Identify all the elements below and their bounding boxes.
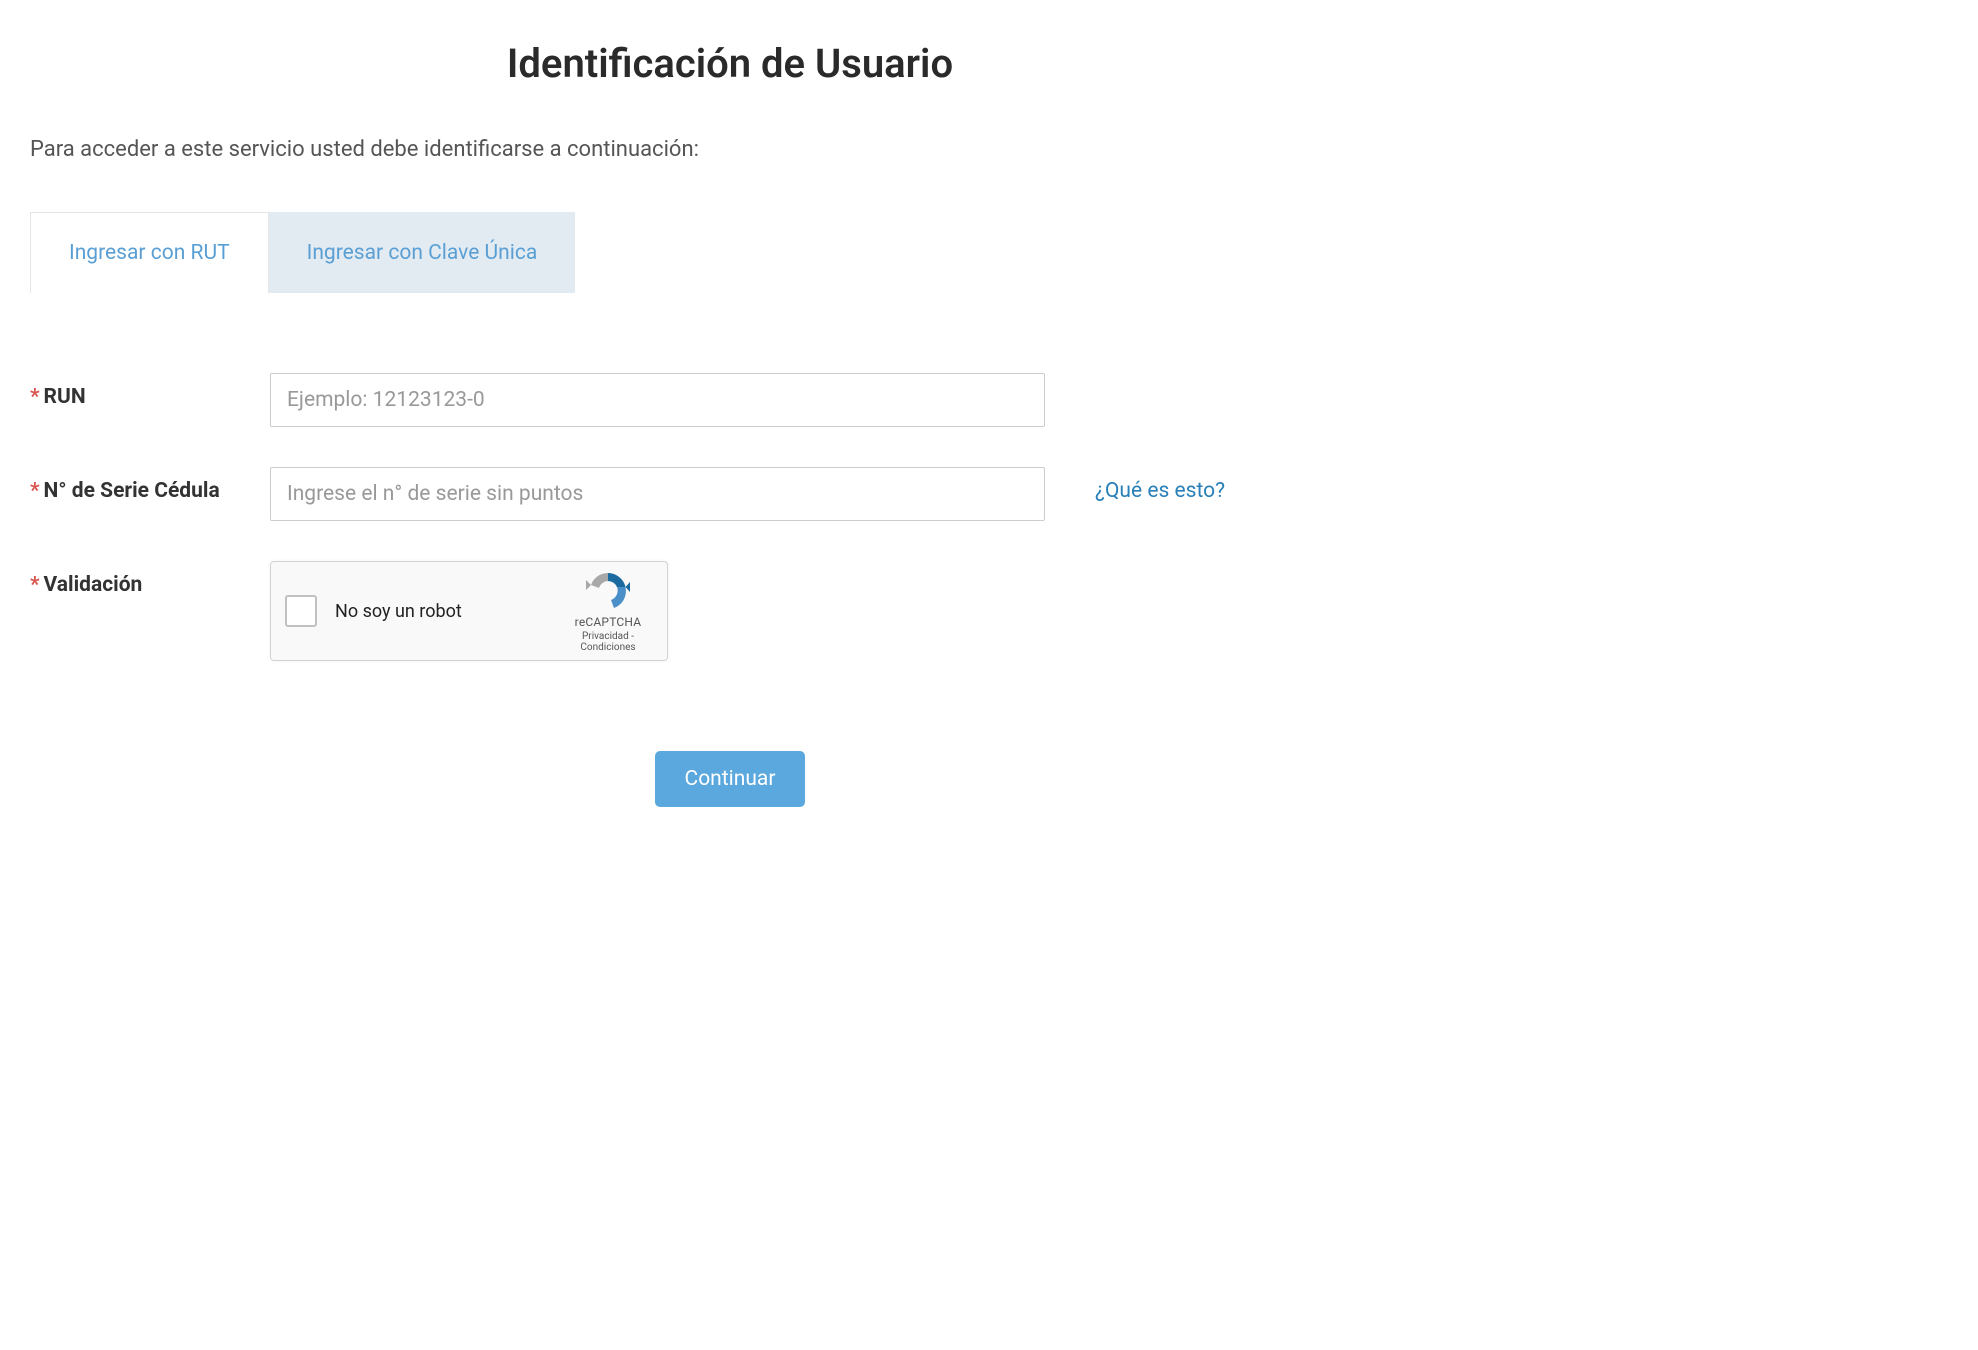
run-label: *RUN xyxy=(30,373,270,409)
recaptcha-checkbox[interactable] xyxy=(285,595,317,627)
validacion-label: *Validación xyxy=(30,561,270,597)
required-asterisk: * xyxy=(30,573,40,597)
page-title: Identificación de Usuario xyxy=(30,40,1430,87)
identification-form-container: Identificación de Usuario Para acceder a… xyxy=(30,40,1430,807)
recaptcha-widget: No soy un robot reCAPTCHA Privacidad - C… xyxy=(270,561,668,661)
run-label-text: RUN xyxy=(44,385,86,409)
required-asterisk: * xyxy=(30,479,40,503)
recaptcha-logo-icon xyxy=(586,569,630,613)
help-link-serie[interactable]: ¿Qué es esto? xyxy=(1095,467,1225,503)
submit-row: Continuar xyxy=(30,751,1430,807)
serie-input-wrap xyxy=(270,467,1045,521)
instruction-text: Para acceder a este servicio usted debe … xyxy=(30,137,1430,162)
recaptcha-privacy-link[interactable]: Privacidad xyxy=(582,631,629,642)
serie-input[interactable] xyxy=(270,467,1045,521)
serie-label-text: N° de Serie Cédula xyxy=(44,479,220,503)
recaptcha-terms-link[interactable]: Condiciones xyxy=(580,642,635,653)
serie-label: *N° de Serie Cédula xyxy=(30,467,270,503)
run-input[interactable] xyxy=(270,373,1045,427)
tab-clave-unica[interactable]: Ingresar con Clave Única xyxy=(269,212,576,293)
recaptcha-links: Privacidad - Condiciones xyxy=(563,631,653,653)
continue-button[interactable]: Continuar xyxy=(655,751,806,807)
recaptcha-brand-text: reCAPTCHA xyxy=(563,615,653,629)
form-row-run: *RUN xyxy=(30,373,1430,427)
recaptcha-branding: reCAPTCHA Privacidad - Condiciones xyxy=(563,569,653,653)
form-row-serie: *N° de Serie Cédula ¿Qué es esto? xyxy=(30,467,1430,521)
validacion-label-text: Validación xyxy=(44,573,143,597)
required-asterisk: * xyxy=(30,385,40,409)
recaptcha-link-separator: - xyxy=(629,631,634,642)
form-row-validacion: *Validación No soy un robot reCAPTCHA xyxy=(30,561,1430,661)
run-input-wrap xyxy=(270,373,1045,427)
login-method-tabs: Ingresar con RUT Ingresar con Clave Únic… xyxy=(30,212,1430,293)
tab-rut[interactable]: Ingresar con RUT xyxy=(30,212,269,293)
recaptcha-label: No soy un robot xyxy=(335,601,563,622)
